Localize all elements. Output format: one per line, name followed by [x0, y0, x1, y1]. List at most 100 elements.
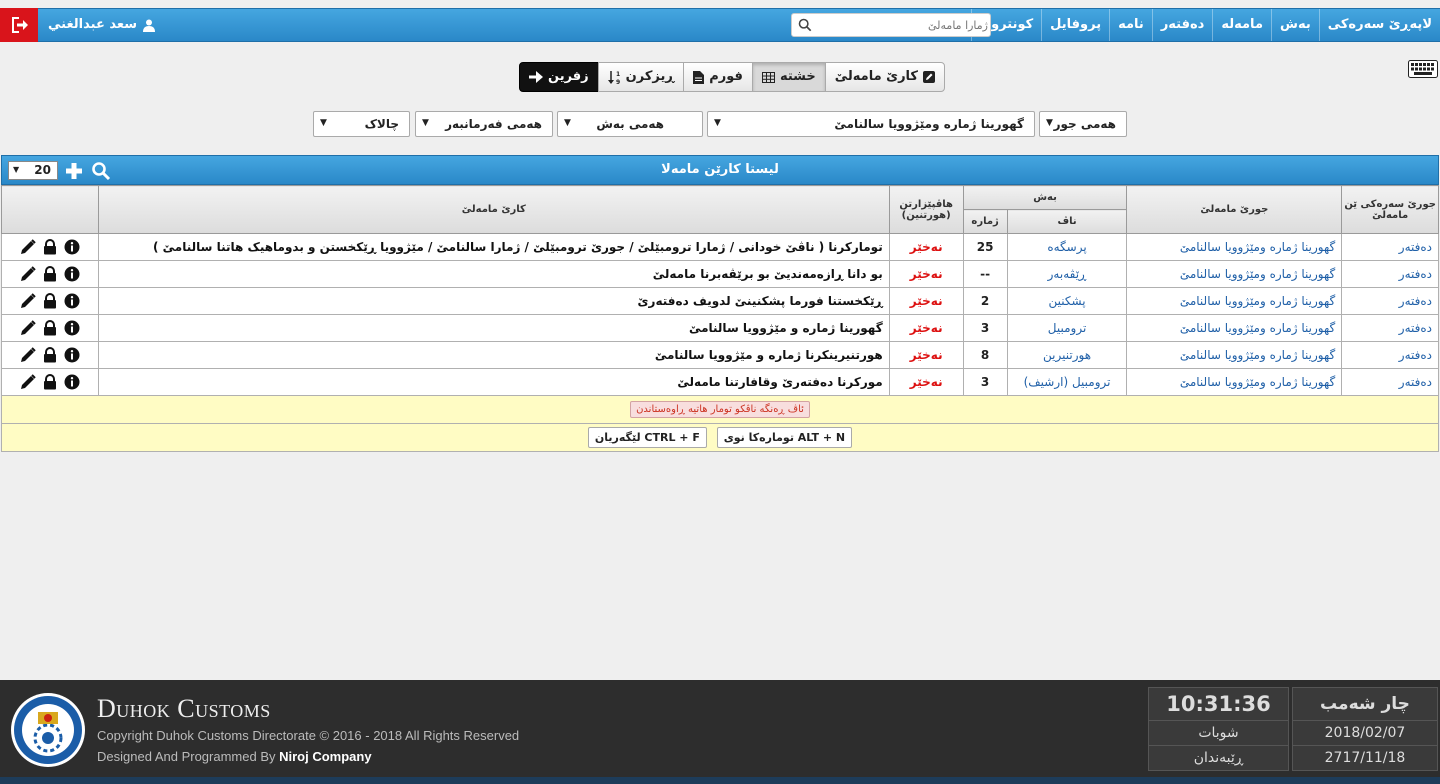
cell-section-number: 3 [962, 368, 1008, 396]
type-filter-select[interactable]: هەمی جور ▼ [1039, 111, 1127, 137]
pencil-icon[interactable] [20, 347, 36, 363]
cell-type[interactable]: گهورینا ژمارە ومێژوویا سالنامێ [1126, 287, 1343, 315]
header-main-type: جورێ سەرەکی ێن مامەلێ [1341, 185, 1439, 234]
search-icon[interactable] [91, 161, 111, 181]
cell-type[interactable]: گهورینا ژمارە ومێژوویا سالنامێ [1126, 341, 1343, 369]
search-icon[interactable] [798, 18, 812, 32]
cell-main-type[interactable]: دەفتەر [1341, 260, 1439, 288]
header-section-number: ژمارە [962, 209, 1008, 234]
cell-actions [1, 233, 99, 261]
keyboard-icon[interactable] [1408, 60, 1438, 78]
company-name: Niroj Company [279, 749, 372, 764]
new-record-shortcut-button[interactable]: ALT + N تومارەکا نوی [716, 427, 853, 448]
page-size-select[interactable]: ▼ 20 [8, 161, 58, 180]
table-row[interactable]: دەفتەر گهورینا ژمارە ومێژوویا سالنامێ تروم… [1, 314, 1439, 342]
nav-menu: لاپەڕێ سەرەکی بەش مامەلە دەفتەر نامە پروفایل ک… [970, 9, 1440, 41]
chevron-down-icon: ▼ [1046, 118, 1053, 128]
back-button[interactable]: زفرین [519, 62, 599, 92]
type-filter-value: هەمی جور [1053, 117, 1116, 131]
cell-attachments: نەخێر [888, 260, 964, 288]
lock-icon[interactable] [42, 293, 58, 309]
pencil-icon[interactable] [20, 374, 36, 390]
info-icon[interactable] [64, 347, 80, 363]
cell-actions [1, 314, 99, 342]
cell-type[interactable]: گهورینا ژمارە ومێژوویا سالنامێ [1126, 233, 1343, 261]
table-row[interactable]: دەفتەر گهورینا ژمارە ومێژوویا سالنامێ هورت… [1, 341, 1439, 369]
header-section: بەش [962, 185, 1128, 210]
table-row[interactable]: دەفتەر گهورینا ژمارە ومێژوویا سالنامێ تروم… [1, 368, 1439, 396]
calendar-label: ڕێبەندان [1148, 745, 1289, 771]
lock-icon[interactable] [42, 347, 58, 363]
cell-actions [1, 341, 99, 369]
os-taskbar [0, 777, 1440, 784]
cell-main-type[interactable]: دەفتەر [1341, 287, 1439, 315]
pencil-icon[interactable] [20, 266, 36, 282]
header-task: کارێ مامەلێ [97, 185, 890, 234]
cell-section-number: 8 [962, 341, 1008, 369]
grid-view-button[interactable]: خشتە [751, 62, 826, 92]
header-attachments: هاڤپێزارتن (هورتنین) [888, 185, 964, 234]
plus-icon[interactable] [64, 161, 84, 181]
cell-type[interactable]: گهورینا ژمارە ومێژوویا سالنامێ [1126, 260, 1343, 288]
section-filter-select[interactable]: هەمی بەش ▼ [557, 111, 703, 137]
employee-filter-select[interactable]: هەمی فەرمانبەر ▼ [415, 111, 553, 137]
info-icon[interactable] [64, 239, 80, 255]
search-input[interactable] [818, 14, 988, 36]
svg-text:9: 9 [616, 79, 620, 85]
status-filter-value: چالاک [364, 117, 399, 131]
cell-attachments: نەخێر [888, 341, 964, 369]
footer: Duhok Customs Copyright Duhok Customs Di… [0, 680, 1440, 784]
cell-main-type[interactable]: دەفتەر [1341, 233, 1439, 261]
user-name: سعد عبدالغني [48, 17, 137, 32]
cell-main-type[interactable]: دەفتەر [1341, 368, 1439, 396]
search-shortcut-button[interactable]: CTRL + F لێگەریان [587, 427, 707, 448]
task-view-button[interactable]: کارێ مامەلێ [824, 62, 945, 92]
list-panel-header: لیستا کارێن مامەلا ▼ 20 [1, 155, 1439, 185]
cell-section-name[interactable]: پشکنین [1006, 287, 1128, 315]
lock-icon[interactable] [42, 239, 58, 255]
cell-section-number: 25 [962, 233, 1008, 261]
table-row[interactable]: دەفتەر گهورینا ژمارە ومێژوویا سالنامێ پرسگ… [1, 233, 1439, 261]
cell-section-number: 3 [962, 314, 1008, 342]
nav-item-3[interactable]: دەفتەر [1151, 9, 1213, 41]
table-row[interactable]: دەفتەر گهورینا ژمارە ومێژوویا سالنامێ پشکن… [1, 287, 1439, 315]
lock-icon[interactable] [42, 320, 58, 336]
brand-name: Duhok Customs [97, 694, 271, 723]
sort-button[interactable]: 1 9 ڕیزکرن [597, 62, 685, 92]
lock-icon[interactable] [42, 266, 58, 282]
info-icon[interactable] [64, 374, 80, 390]
arrow-right-icon [529, 71, 543, 83]
logout-button[interactable] [0, 8, 38, 42]
info-icon[interactable] [64, 293, 80, 309]
sign-out-icon [12, 17, 28, 33]
user-menu[interactable]: سعد عبدالغني [48, 9, 155, 41]
info-icon[interactable] [64, 266, 80, 282]
cell-type[interactable]: گهورینا ژمارە ومێژوویا سالنامێ [1126, 314, 1343, 342]
nav-item-2[interactable]: مامەلە [1212, 9, 1271, 41]
cell-main-type[interactable]: دەفتەر [1341, 341, 1439, 369]
cell-attachments: نەخێر [888, 314, 964, 342]
form-view-button[interactable]: فورم [683, 62, 753, 92]
cell-type[interactable]: گهورینا ژمارە ومێژوویا سالنامێ [1126, 368, 1343, 396]
nav-item-4[interactable]: نامە [1109, 9, 1152, 41]
category-filter-select[interactable]: گهورینا ژمارە ومێژوویا سالنامێ ▼ [707, 111, 1035, 137]
table-icon [761, 71, 775, 83]
info-icon[interactable] [64, 320, 80, 336]
cell-section-name[interactable]: ترومبیل (ارشیف) [1006, 368, 1128, 396]
pencil-icon[interactable] [20, 293, 36, 309]
grid-label: خشتە [779, 69, 816, 84]
cell-section-name[interactable]: هورتنیرین [1006, 341, 1128, 369]
cell-section-name[interactable]: پرسگەه [1006, 233, 1128, 261]
chevron-down-icon: ▼ [13, 165, 20, 174]
cell-section-name[interactable]: ترومبیل [1006, 314, 1128, 342]
lock-icon[interactable] [42, 374, 58, 390]
table-row[interactable]: دەفتەر گهورینا ژمارە ومێژوویا سالنامێ ڕێڤە… [1, 260, 1439, 288]
status-filter-select[interactable]: چالاک ▼ [313, 111, 410, 137]
nav-item-5[interactable]: پروفایل [1041, 9, 1109, 41]
nav-item-0[interactable]: لاپەڕێ سەرەکی [1318, 9, 1440, 41]
cell-main-type[interactable]: دەفتەر [1341, 314, 1439, 342]
pencil-icon[interactable] [20, 239, 36, 255]
pencil-icon[interactable] [20, 320, 36, 336]
cell-section-name[interactable]: ڕێڤەبەر [1006, 260, 1128, 288]
nav-item-1[interactable]: بەش [1271, 9, 1319, 41]
